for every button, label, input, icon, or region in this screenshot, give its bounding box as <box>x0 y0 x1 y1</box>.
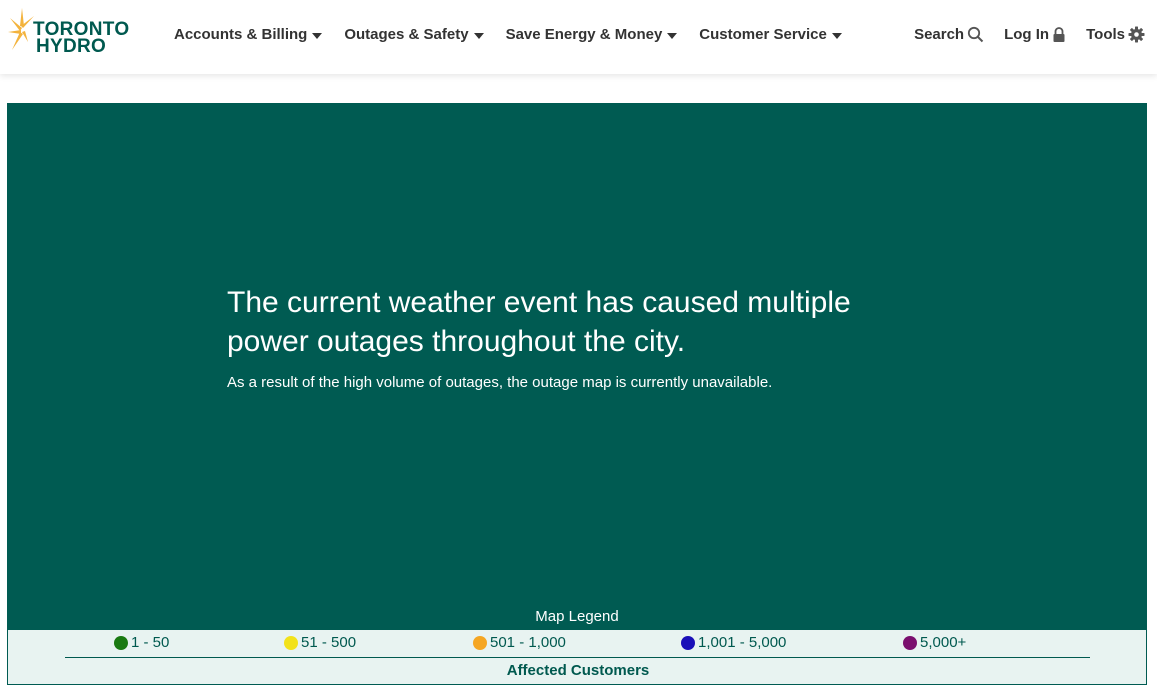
tools-button[interactable]: Tools <box>1086 26 1145 43</box>
nav-label: Customer Service <box>699 26 827 43</box>
legend-item-label: 51 - 500 <box>301 634 357 651</box>
outage-notice-message: As a result of the high volume of outage… <box>227 374 773 391</box>
legend-divider <box>65 657 1090 658</box>
legend-item: 51 - 500 <box>284 634 356 651</box>
logo-line-2: HYDRO <box>36 36 107 57</box>
blue-dot-icon <box>681 635 695 650</box>
legend-item: 1 - 50 <box>114 634 169 651</box>
legend-item: 5,000+ <box>903 634 966 651</box>
nav-label: Accounts & Billing <box>174 26 308 43</box>
map-legend: 1 - 50 51 - 500 501 - 1,000 1,001 - 5,00… <box>7 630 1147 685</box>
outage-map-panel: The current weather event has caused mul… <box>7 103 1147 630</box>
lock-icon <box>1053 26 1065 42</box>
map-legend-title: Map Legend <box>535 608 619 625</box>
outage-notice-title: The current weather event has caused mul… <box>227 286 851 358</box>
legend-item-label: 5,000+ <box>920 634 967 651</box>
gear-icon <box>1128 26 1145 43</box>
login-label: Log In <box>1004 26 1050 43</box>
legend-item-label: 1,001 - 5,000 <box>698 634 787 651</box>
utility-nav: Search Log In Tools <box>894 26 1145 43</box>
search-button[interactable]: Search <box>914 26 984 43</box>
login-button[interactable]: Log In <box>1004 26 1066 43</box>
caret-down-icon <box>312 32 323 39</box>
yellow-dot-icon <box>284 635 298 650</box>
tools-label: Tools <box>1086 26 1125 43</box>
nav-customer-service[interactable]: Customer Service <box>699 26 842 43</box>
caret-down-icon <box>831 32 842 39</box>
search-label: Search <box>914 26 965 43</box>
legend-item: 501 - 1,000 <box>473 634 566 651</box>
search-icon <box>968 26 984 43</box>
legend-caption: Affected Customers <box>506 662 650 679</box>
caret-down-icon <box>667 32 678 39</box>
legend-items: 1 - 50 51 - 500 501 - 1,000 1,001 - 5,00… <box>8 634 1148 656</box>
legend-item: 1,001 - 5,000 <box>681 634 786 651</box>
toronto-hydro-logo[interactable]: TORONTO HYDRO <box>8 6 148 58</box>
logo-wordmark: TORONTO HYDRO <box>33 20 129 57</box>
caret-down-icon <box>473 32 484 39</box>
legend-item-label: 501 - 1,000 <box>490 634 566 651</box>
orange-dot-icon <box>473 635 487 650</box>
site-header: TORONTO HYDRO Accounts & Billing Outages… <box>0 0 1157 74</box>
nav-accounts-billing[interactable]: Accounts & Billing <box>174 26 323 43</box>
nav-label: Save Energy & Money <box>505 26 663 43</box>
purple-dot-icon <box>903 635 917 650</box>
nav-save-energy-money[interactable]: Save Energy & Money <box>506 26 678 43</box>
green-dot-icon <box>114 635 128 650</box>
main-nav: Accounts & Billing Outages & Safety Save… <box>174 26 864 43</box>
nav-outages-safety[interactable]: Outages & Safety <box>344 26 484 43</box>
nav-label: Outages & Safety <box>344 26 469 43</box>
legend-item-label: 1 - 50 <box>131 634 170 651</box>
